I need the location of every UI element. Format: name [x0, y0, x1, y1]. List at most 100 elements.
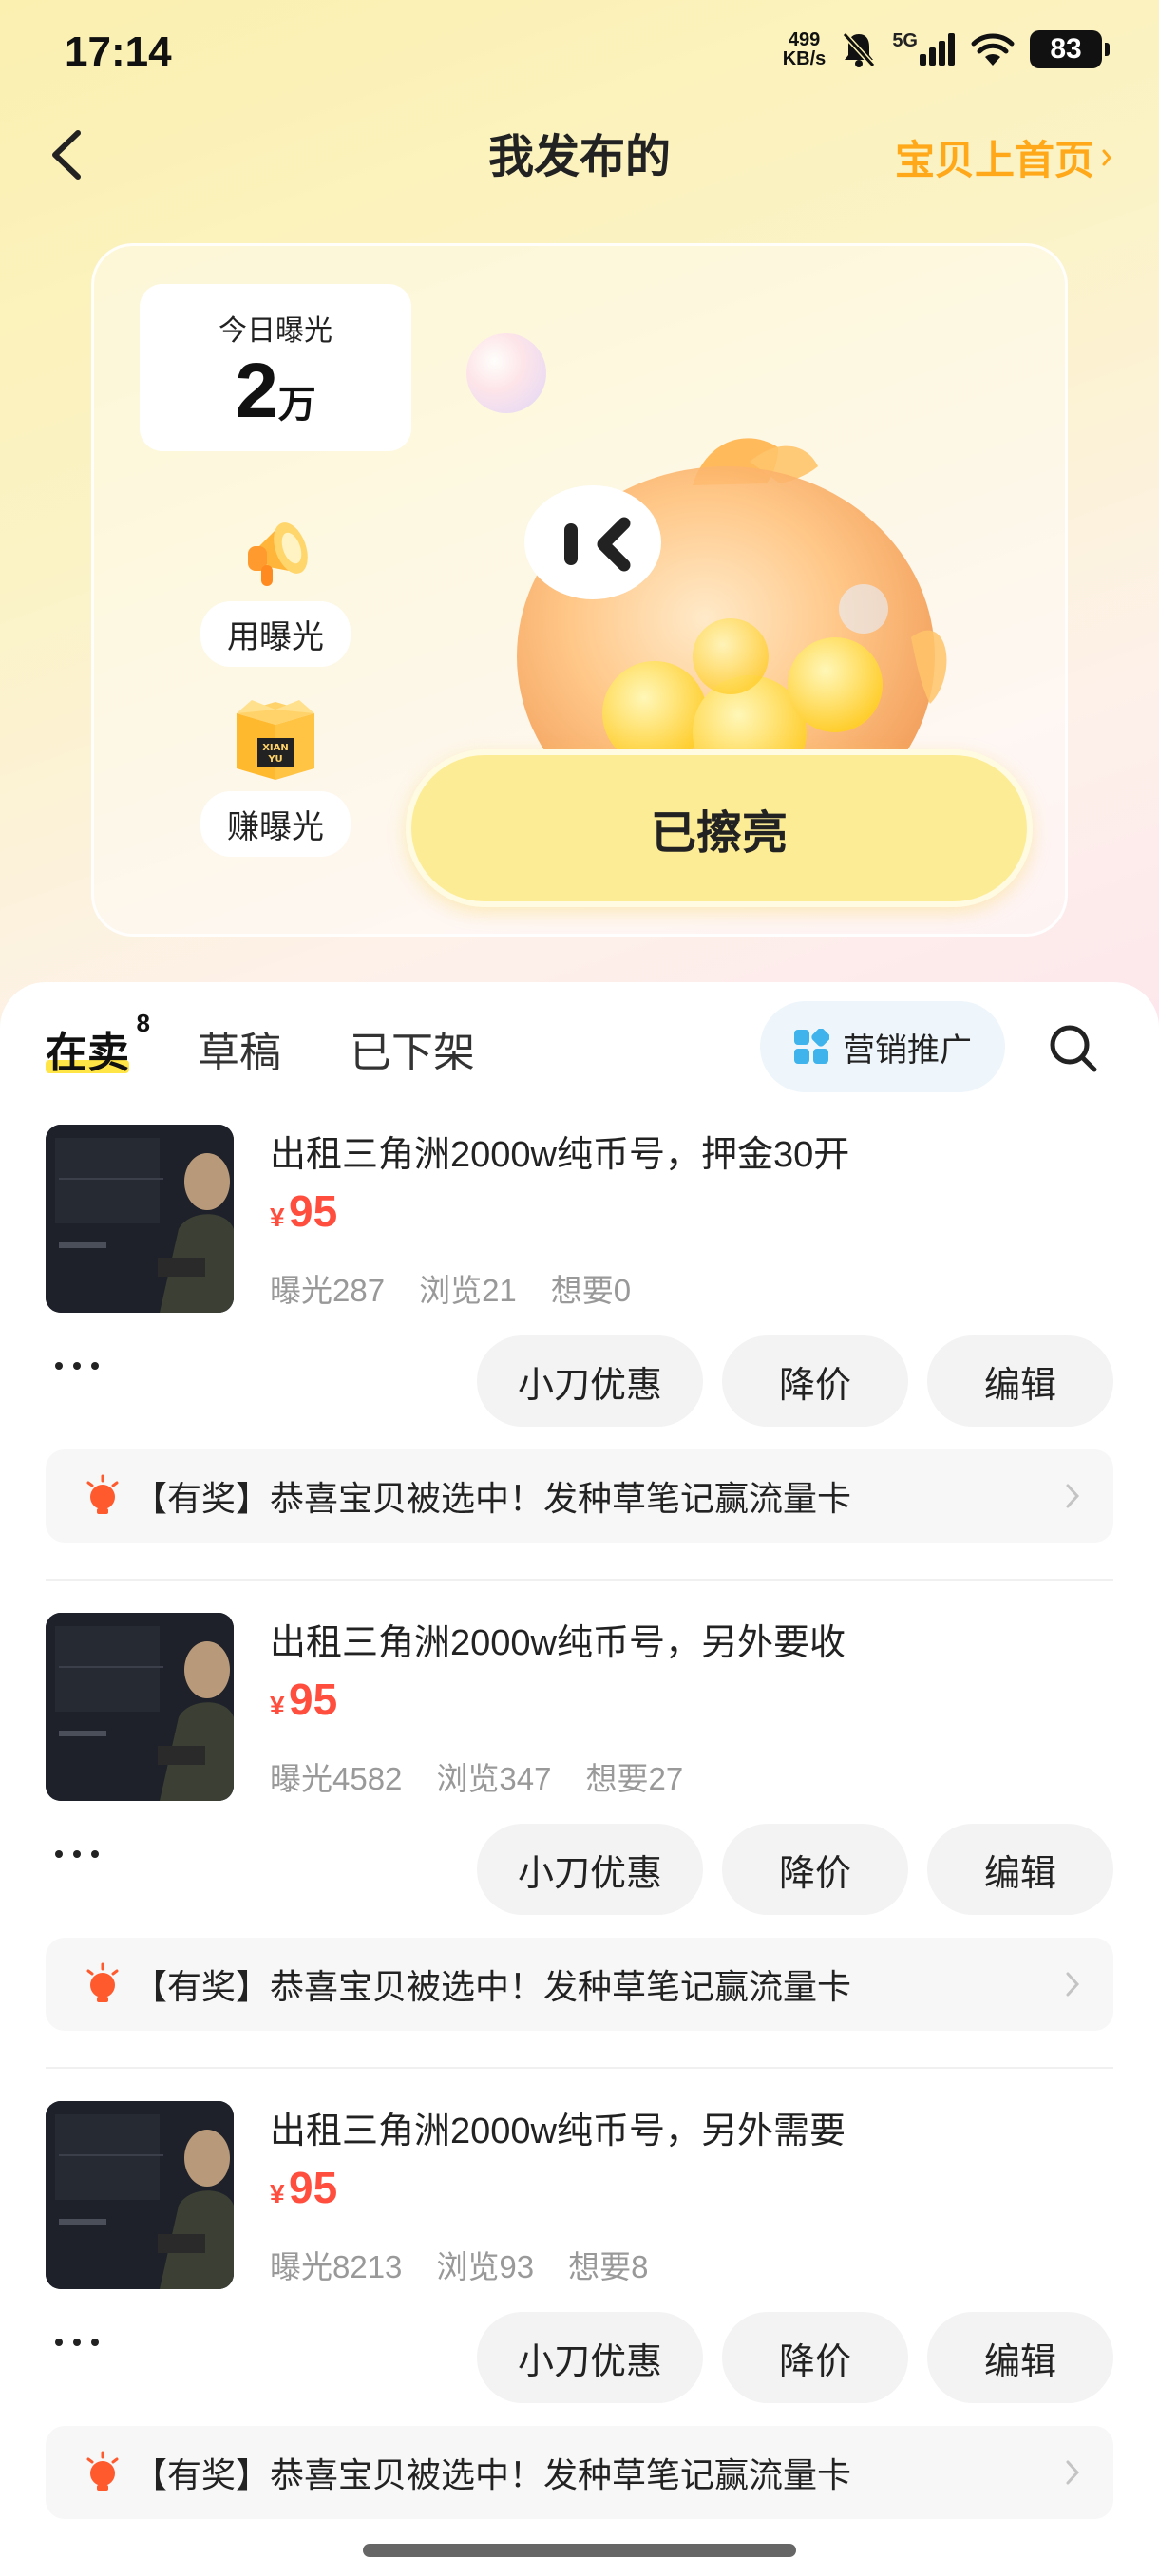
listing-price: ¥ 95 — [270, 2162, 337, 2213]
stat-wants: 想要8 — [568, 2249, 649, 2284]
search-icon[interactable] — [1045, 1020, 1102, 1077]
today-exposure-label: 今日曝光 — [218, 315, 332, 347]
network-type: 5G — [892, 30, 918, 51]
today-exposure-box: 今日曝光 2万 — [140, 284, 411, 451]
listing-item[interactable]: 出租三角洲2000w纯币号，押金30开 ¥ 95 曝光287 浏览21 想要0 … — [0, 1125, 1159, 1613]
network-speed-value: 499 — [788, 29, 821, 50]
lightbulb-icon — [86, 1474, 119, 1514]
tab-selling-count: 8 — [136, 1009, 150, 1037]
more-dots-icon[interactable] — [53, 1356, 101, 1375]
coupon-button[interactable]: 小刀优惠 — [477, 1335, 703, 1427]
listing-title: 出租三角洲2000w纯币号，另外要收 — [270, 1623, 846, 1663]
reduce-price-button[interactable]: 降价 — [722, 2312, 908, 2403]
marketing-promotion-button[interactable]: 营销推广 — [760, 1001, 1005, 1092]
price-currency: ¥ — [270, 1691, 285, 1720]
chevron-right-icon — [1066, 1484, 1080, 1508]
listing-stats: 曝光287 浏览21 想要0 — [270, 1265, 631, 1311]
marketing-promotion-label: 营销推广 — [843, 1032, 972, 1069]
gift-box-icon: XIAN YU — [237, 700, 314, 780]
mute-bell-icon — [843, 31, 876, 68]
tab-removed[interactable]: 已下架 — [350, 1018, 475, 1079]
stat-views: 浏览347 — [436, 1761, 552, 1796]
coupon-button[interactable]: 小刀优惠 — [477, 2312, 703, 2403]
home-indicator[interactable] — [363, 2544, 796, 2557]
featured-homepage-label: 宝贝上首页 — [894, 138, 1094, 182]
reward-notice-text: 【有奖】恭喜宝贝被选中！发种草笔记赢流量卡 — [133, 1479, 852, 1518]
chevron-right-icon — [1066, 2460, 1080, 2485]
listing-price: ¥ 95 — [270, 1674, 337, 1725]
listing-title: 出租三角洲2000w纯币号，押金30开 — [270, 1135, 850, 1175]
stat-wants: 想要27 — [585, 1761, 684, 1796]
stat-views: 浏览93 — [436, 2249, 535, 2284]
tab-selling[interactable]: 在卖 8 — [46, 1009, 150, 1079]
today-exposure-number: 2 — [235, 348, 278, 434]
edit-button[interactable]: 编辑 — [927, 1335, 1113, 1427]
grid-icon — [794, 1029, 829, 1064]
battery-indicator: 83 — [1030, 30, 1110, 68]
reduce-price-button[interactable]: 降价 — [722, 1824, 908, 1915]
price-amount: 95 — [289, 2163, 338, 2212]
reduce-price-button[interactable]: 降价 — [722, 1335, 908, 1427]
listing-stats: 曝光8213 浏览93 想要8 — [270, 2242, 649, 2287]
status-bar: 17:14 499 KB/s 5G 83 — [0, 0, 1159, 104]
chevron-right-icon — [1066, 1972, 1080, 1997]
signal-icon — [920, 33, 955, 66]
listing-actions: 小刀优惠 降价 编辑 — [477, 1335, 1113, 1427]
today-exposure-value: 2万 — [140, 347, 411, 436]
listing-item[interactable]: 出租三角洲2000w纯币号，另外要收 ¥ 95 曝光4582 浏览347 想要2… — [0, 1613, 1159, 2101]
more-dots-icon[interactable] — [53, 2333, 101, 2352]
exposure-card: 今日曝光 2万 用曝光 XIAN YU 赚曝光 已擦亮 — [91, 243, 1068, 937]
featured-homepage-link[interactable]: 宝贝上首页 — [895, 128, 1113, 186]
megaphone-icon — [248, 522, 308, 586]
network-speed-unit: KB/s — [782, 48, 826, 69]
wifi-icon — [971, 33, 1015, 66]
chevron-right-icon — [1102, 149, 1112, 165]
item-divider — [46, 2067, 1113, 2069]
listing-thumbnail — [46, 2101, 234, 2289]
box-label-line1: XIAN — [262, 743, 289, 753]
price-amount: 95 — [289, 1675, 338, 1724]
edit-button[interactable]: 编辑 — [927, 1824, 1113, 1915]
status-time: 17:14 — [65, 28, 172, 75]
stat-exposure: 曝光287 — [270, 1273, 386, 1308]
earn-exposure-label: 赚曝光 — [200, 791, 351, 857]
polished-button[interactable]: 已擦亮 — [406, 749, 1033, 907]
reward-notice[interactable]: 【有奖】恭喜宝贝被选中！发种草笔记赢流量卡 — [46, 1938, 1113, 2031]
listing-stats: 曝光4582 浏览347 想要27 — [270, 1753, 683, 1799]
listing-actions: 小刀优惠 降价 编辑 — [477, 1824, 1113, 1915]
stat-exposure: 曝光8213 — [270, 2249, 403, 2284]
lightbulb-icon — [86, 2451, 119, 2491]
tab-drafts[interactable]: 草稿 — [198, 1018, 281, 1079]
listing-title: 出租三角洲2000w纯币号，另外需要 — [270, 2112, 846, 2151]
stat-exposure: 曝光4582 — [270, 1761, 403, 1796]
price-currency: ¥ — [270, 1203, 285, 1232]
listing-price: ¥ 95 — [270, 1185, 337, 1237]
use-exposure-label: 用曝光 — [200, 601, 351, 667]
earn-exposure-action[interactable]: XIAN YU 赚曝光 — [185, 685, 366, 857]
tab-selling-label: 在卖 — [46, 1030, 129, 1076]
listing-panel: 在卖 8 草稿 已下架 营销推广 出租三角洲2000w纯币号，押金30开 ¥ 9… — [0, 982, 1159, 2576]
price-currency: ¥ — [270, 2179, 285, 2208]
stat-views: 浏览21 — [419, 1273, 517, 1308]
box-label-line2: YU — [267, 754, 282, 765]
reward-notice[interactable]: 【有奖】恭喜宝贝被选中！发种草笔记赢流量卡 — [46, 1449, 1113, 1543]
edit-button[interactable]: 编辑 — [927, 2312, 1113, 2403]
today-exposure-unit: 万 — [277, 384, 316, 426]
status-tabs: 在卖 8 草稿 已下架 — [46, 1009, 543, 1087]
lightbulb-icon — [86, 1962, 119, 2002]
use-exposure-action[interactable]: 用曝光 — [185, 495, 366, 667]
status-indicators: 499 KB/s 5G 83 — [783, 30, 1110, 68]
network-speed: 499 KB/s — [783, 30, 826, 68]
item-divider — [46, 1579, 1113, 1581]
coupon-button[interactable]: 小刀优惠 — [477, 1824, 703, 1915]
stat-wants: 想要0 — [550, 1273, 632, 1308]
more-dots-icon[interactable] — [53, 1845, 101, 1864]
listing-thumbnail — [46, 1125, 234, 1313]
listing-actions: 小刀优惠 降价 编辑 — [477, 2312, 1113, 2403]
reward-notice-text: 【有奖】恭喜宝贝被选中！发种草笔记赢流量卡 — [133, 1967, 852, 2006]
reward-notice[interactable]: 【有奖】恭喜宝贝被选中！发种草笔记赢流量卡 — [46, 2426, 1113, 2519]
listing-thumbnail — [46, 1613, 234, 1801]
listing-item[interactable]: 出租三角洲2000w纯币号，另外需要 ¥ 95 曝光8213 浏览93 想要8 … — [0, 2101, 1159, 2576]
price-amount: 95 — [289, 1186, 338, 1236]
reward-notice-text: 【有奖】恭喜宝贝被选中！发种草笔记赢流量卡 — [133, 2455, 852, 2494]
